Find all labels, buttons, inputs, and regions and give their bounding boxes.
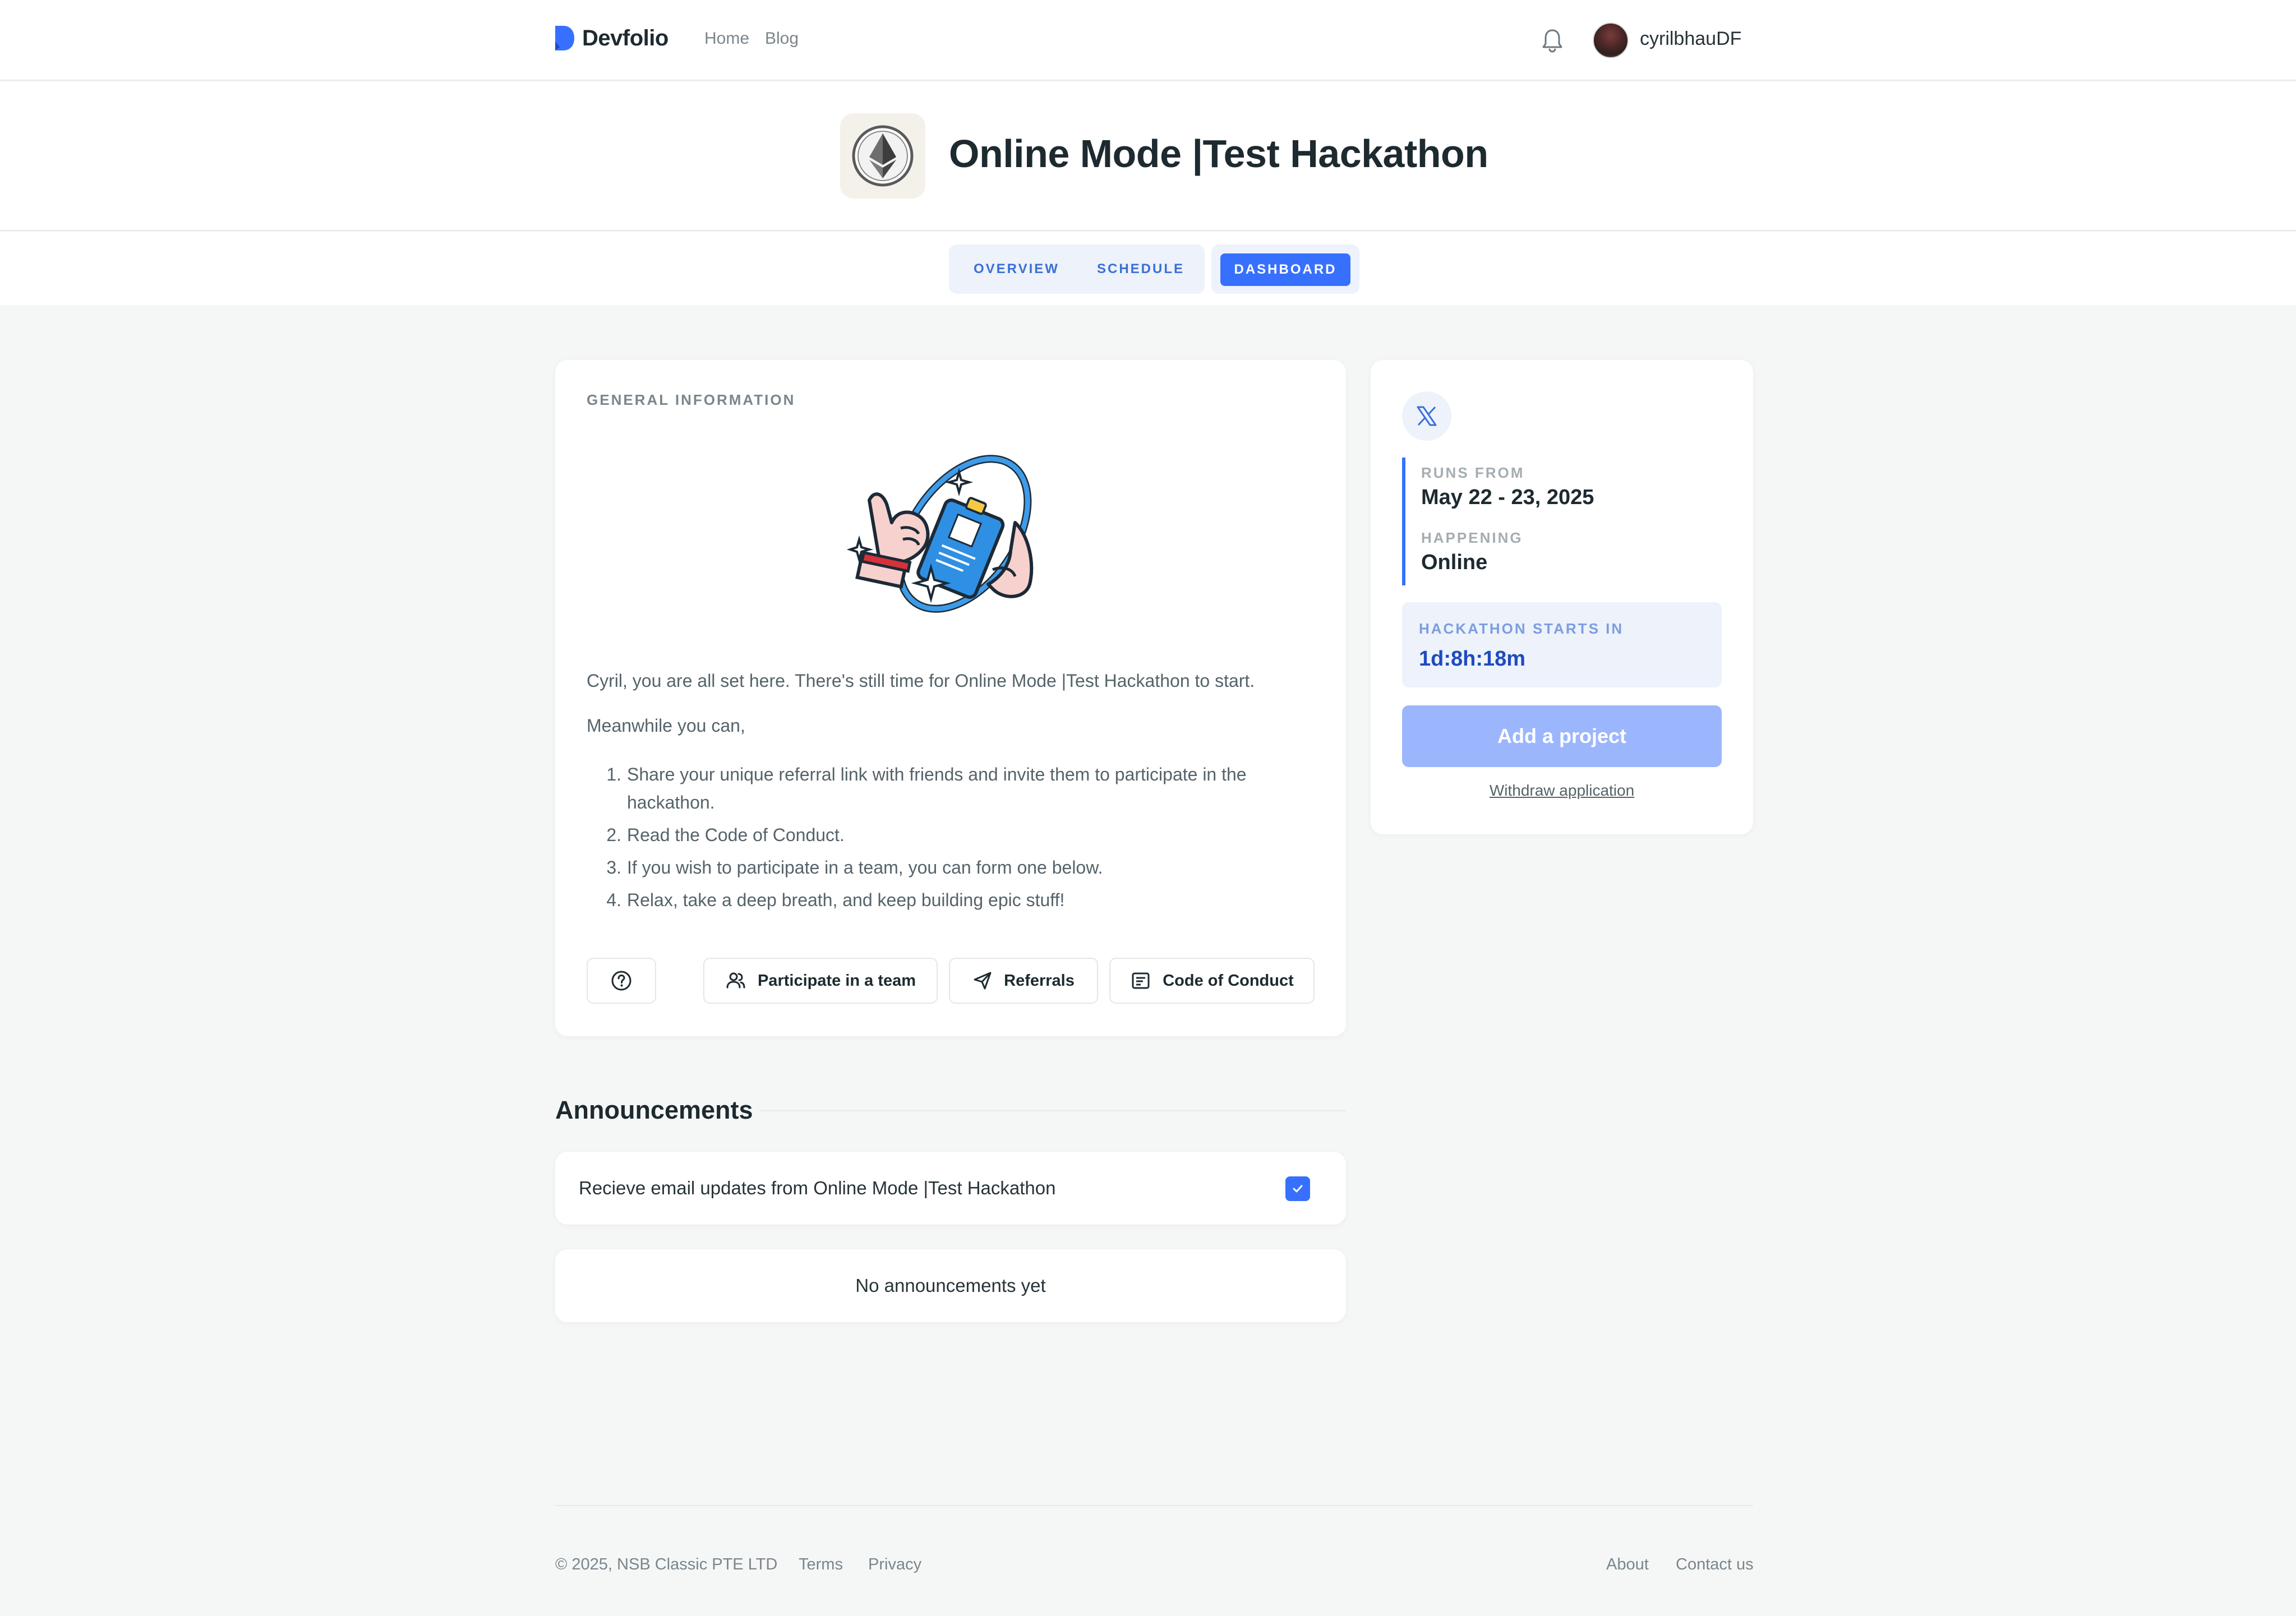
email-updates-label: Recieve email updates from Online Mode |… [579,1178,1056,1198]
about-link[interactable]: About [1606,1555,1649,1574]
copyright-text: © 2025, NSB Classic PTE LTD [555,1555,778,1573]
list-item: 3. If you wish to participate in a team,… [606,857,1103,878]
countdown-box: HACKATHON STARTS IN 1d:8h:18m [1402,602,1722,687]
question-circle-icon [611,971,631,991]
username[interactable]: cyrilbhauDF [1640,28,1741,50]
tab-bar: OVERVIEW SCHEDULE DASHBOARD [0,232,2296,305]
tab-schedule[interactable]: SCHEDULE [1097,261,1184,277]
tab-group-active: DASHBOARD [1211,244,1359,294]
referrals-button[interactable]: Referrals [949,958,1098,1004]
hackathon-logo [840,113,925,198]
countdown-value: 1d:8h:18m [1419,647,1526,671]
page-title: Online Mode |Test Hackathon [949,132,1488,176]
announcements-heading: Announcements [555,1096,753,1124]
brand-name: Devfolio [582,25,668,50]
intro-text: Cyril, you are all set here. There's sti… [587,671,1255,691]
list-item: 2. Read the Code of Conduct. [606,825,845,845]
divider [759,1110,1346,1111]
participate-team-button[interactable]: Participate in a team [703,958,938,1004]
referrals-label: Referrals [1004,971,1075,990]
hackathon-details-card: RUNS FROM May 22 - 23, 2025 HAPPENING On… [1371,360,1753,834]
nav-home-link[interactable]: Home [704,29,749,48]
runs-from-label: RUNS FROM [1421,464,1525,481]
footer-divider [555,1505,1753,1506]
avatar[interactable] [1593,22,1629,58]
terms-link[interactable]: Terms [799,1555,843,1574]
runs-from-value: May 22 - 23, 2025 [1421,486,1594,509]
nav-blog-link[interactable]: Blog [765,29,799,48]
devfolio-logo-icon [555,26,574,50]
tab-group: OVERVIEW SCHEDULE [949,244,1205,294]
bell-icon[interactable] [1541,28,1564,53]
list-item: 4. Relax, take a deep breath, and keep b… [606,890,1065,910]
section-label: GENERAL INFORMATION [587,391,796,408]
top-navbar: Devfolio Home Blog cyrilbhauDF [0,0,2296,81]
send-icon [974,972,992,990]
empty-state-text: No announcements yet [855,1275,1046,1296]
thumbs-up-phone-illustration [847,455,1034,613]
hackathon-hero: Online Mode |Test Hackathon [0,82,2296,231]
privacy-link[interactable]: Privacy [868,1555,921,1574]
list-item: 1. Share your unique referral link with … [606,764,1247,812]
users-icon [726,972,745,989]
ethereum-icon [852,125,914,187]
help-button[interactable] [587,958,656,1004]
code-of-conduct-label: Code of Conduct [1163,971,1294,990]
happening-label: HAPPENING [1421,529,1523,546]
participate-team-label: Participate in a team [757,971,916,990]
tab-overview[interactable]: OVERVIEW [974,261,1059,277]
email-updates-checkbox[interactable] [1285,1176,1310,1201]
countdown-label: HACKATHON STARTS IN [1419,620,1624,637]
check-icon [1293,1185,1303,1193]
document-icon [1132,972,1150,989]
happening-value: Online [1421,551,1488,574]
x-twitter-icon [1417,406,1437,426]
announcements-empty-card: No announcements yet [555,1249,1346,1322]
steps-list: 1. Share your unique referral link with … [587,760,1316,918]
tab-dashboard[interactable]: DASHBOARD [1220,253,1350,286]
devfolio-logo[interactable]: Devfolio [553,25,668,52]
x-twitter-link[interactable] [1402,391,1451,441]
email-updates-card: Recieve email updates from Online Mode |… [555,1152,1346,1225]
schedule-info: RUNS FROM May 22 - 23, 2025 HAPPENING On… [1402,458,1722,585]
contact-link[interactable]: Contact us [1676,1555,1754,1574]
code-of-conduct-button[interactable]: Code of Conduct [1109,958,1315,1004]
add-project-button[interactable]: Add a project [1402,705,1722,767]
withdraw-application-link[interactable]: Withdraw application [1402,782,1722,800]
general-information-card: GENERAL INFORMATION Cyril, you are all s… [555,360,1346,1036]
meanwhile-text: Meanwhile you can, [587,715,745,736]
